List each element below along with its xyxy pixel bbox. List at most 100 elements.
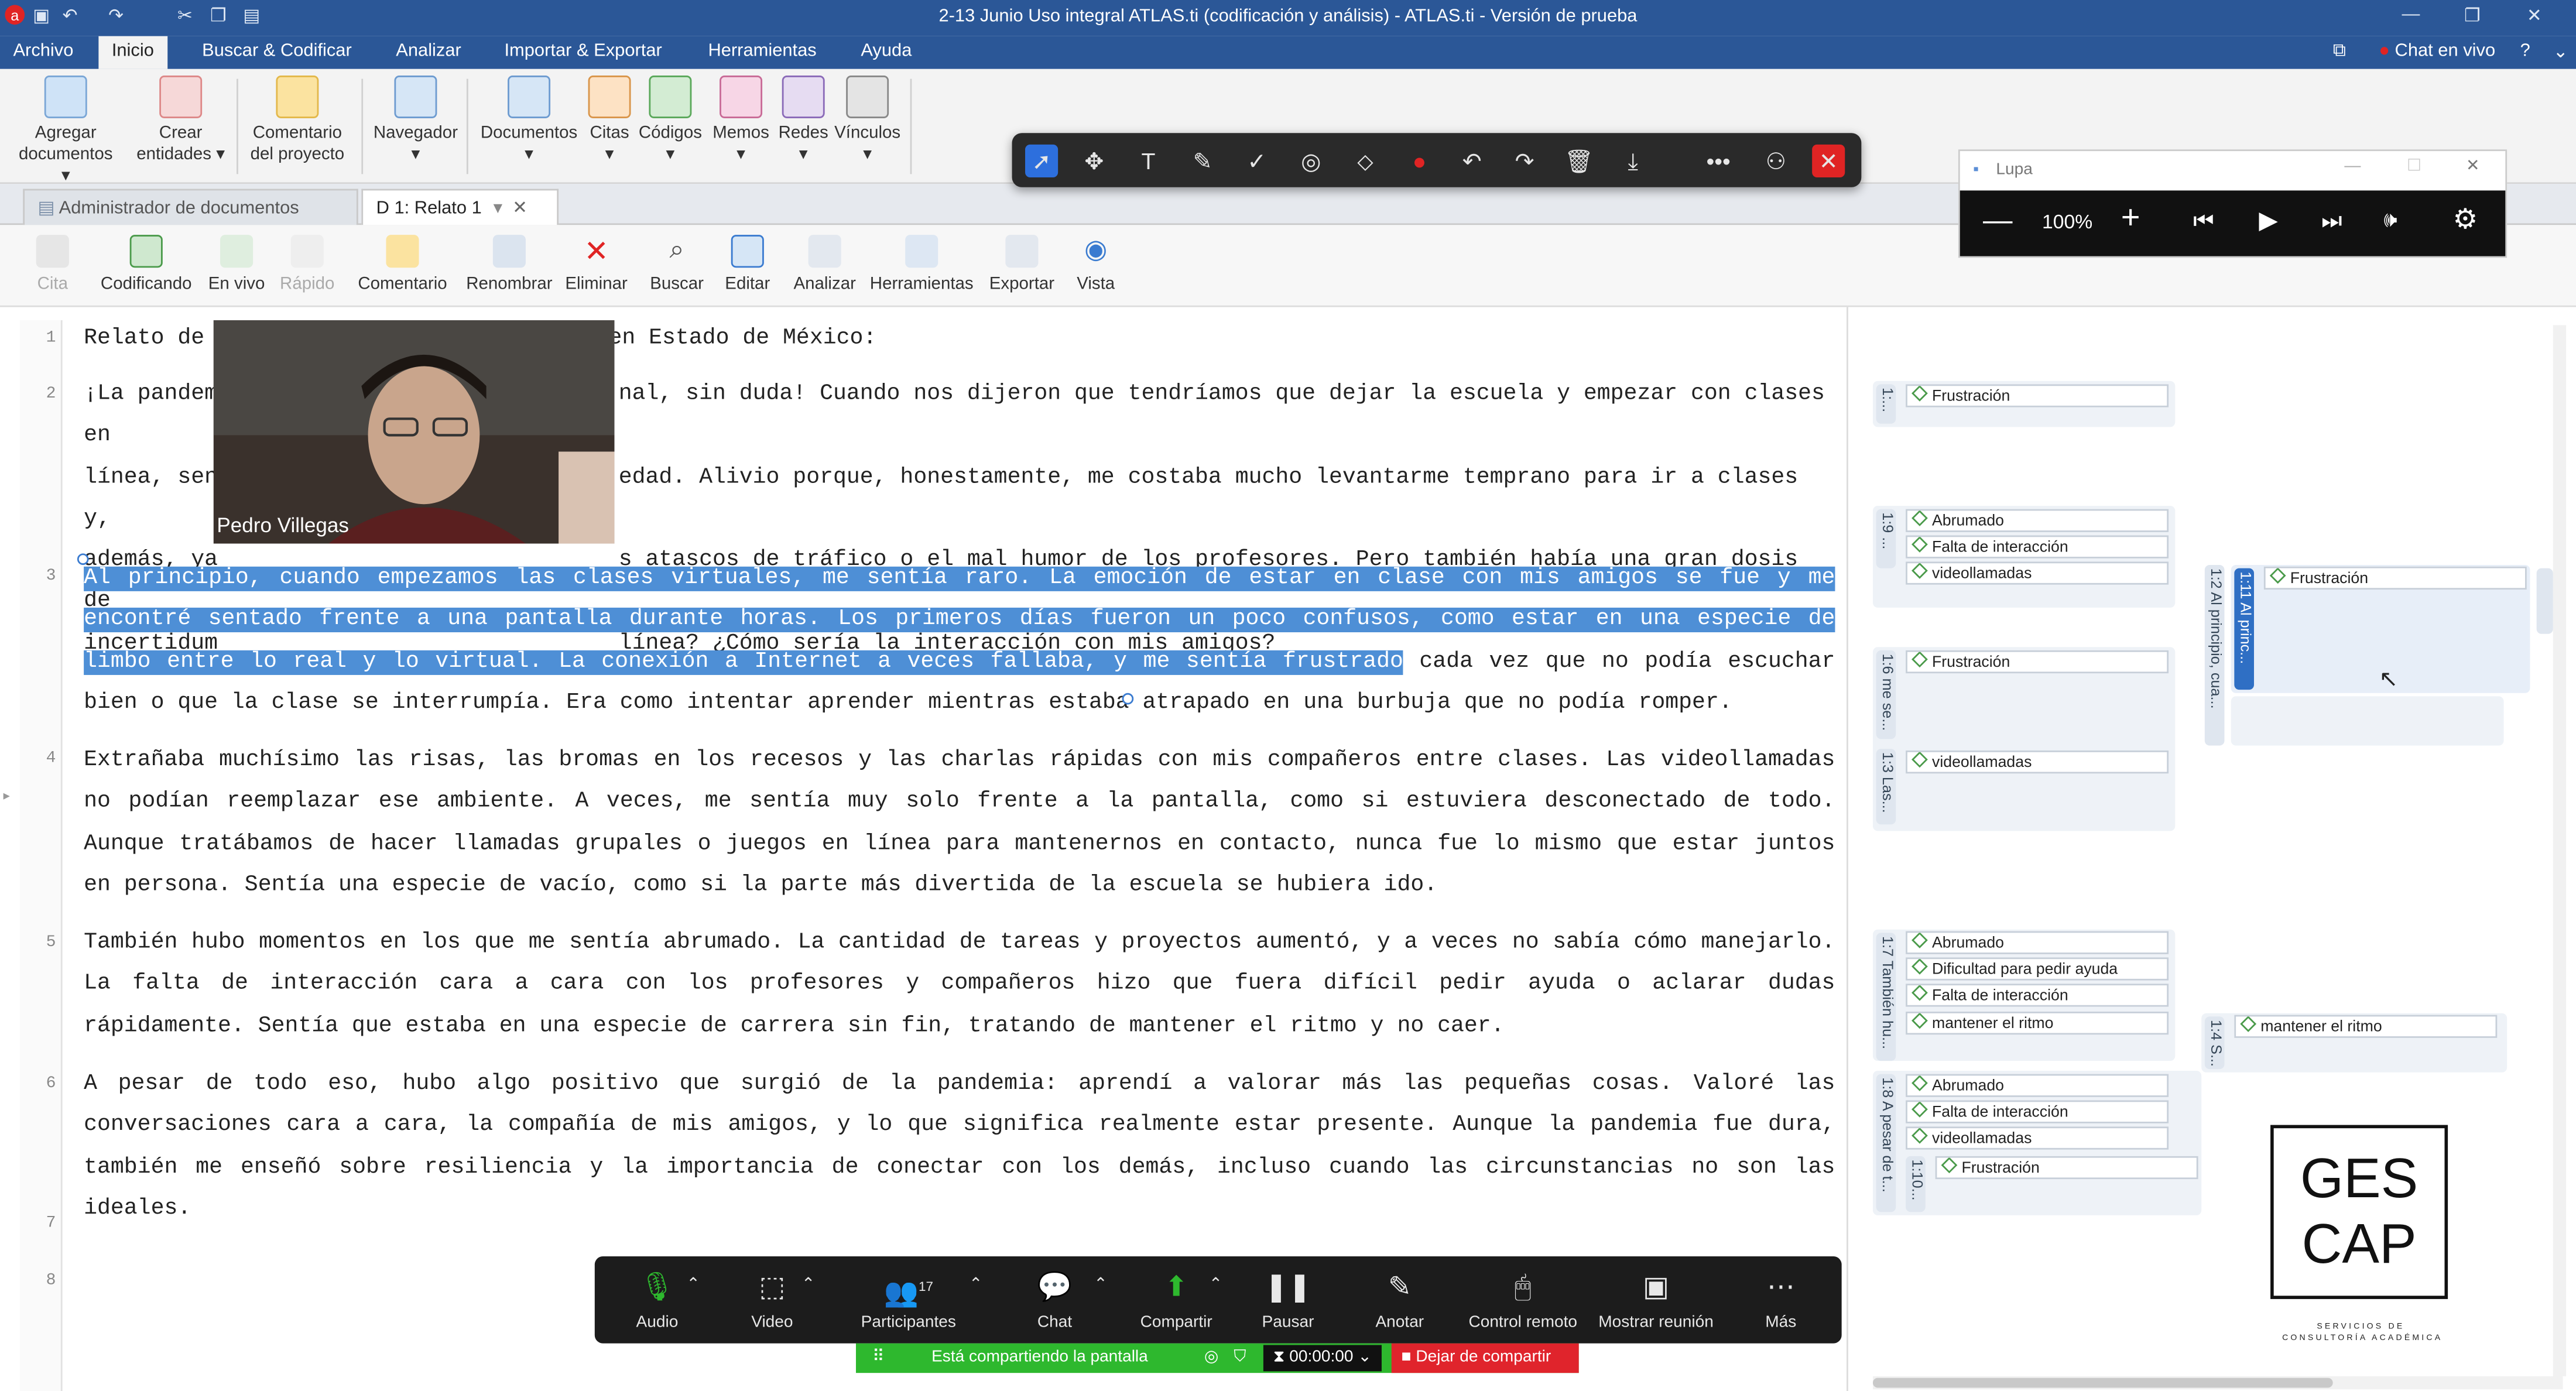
read-aloud-icon[interactable]: 🕪 <box>2384 207 2397 233</box>
checkmark-icon[interactable]: ✓ <box>1241 145 1273 177</box>
chat-button[interactable]: 💬 Chat <box>1025 1269 1084 1332</box>
eraser-icon[interactable]: ⬦ <box>1349 145 1382 177</box>
skip-forward-icon[interactable]: ⏭ <box>2321 207 2342 235</box>
trash-icon[interactable]: 🗑 <box>1563 145 1595 177</box>
view-button[interactable]: ◉ Vista <box>1071 235 1121 294</box>
paragraph-4[interactable]: Extrañaba muchísimo las risas, las broma… <box>84 741 1835 907</box>
participant-video[interactable]: Pedro Villegas <box>213 320 615 544</box>
in-vivo-button[interactable]: En vivo <box>204 235 269 294</box>
text-tool-icon[interactable]: T <box>1132 145 1164 177</box>
cite-button[interactable]: Cita <box>30 235 76 294</box>
video-options-chevron-icon[interactable]: ⌃ <box>792 1276 825 1294</box>
quotation-label[interactable]: 1:9 ... <box>1876 509 1896 568</box>
restore-icon[interactable]: ❐ <box>2464 5 2481 26</box>
download-icon[interactable]: ⤓ <box>1616 145 1649 177</box>
code-chip[interactable]: mantener el ritmo <box>2234 1015 2498 1038</box>
paragraph-5[interactable]: También hubo momentos en los que me sent… <box>84 923 1835 1048</box>
recording-timer[interactable]: ⧗ 00:00:00 ⌄ <box>1263 1345 1382 1372</box>
drag-handle-icon[interactable]: ⠿ <box>872 1348 885 1366</box>
code-chip[interactable]: Falta de interacción <box>1906 535 2169 559</box>
code-chip[interactable]: Abrumado <box>1906 1074 2169 1097</box>
menu-buscar-codificar[interactable]: Buscar & Codificar <box>202 41 352 61</box>
project-comment-button[interactable]: Comentario del proyecto <box>243 76 351 166</box>
code-chip[interactable]: Frustración <box>1906 650 2169 674</box>
screen-icon[interactable]: ⧉ <box>2333 41 2346 62</box>
export-button[interactable]: Exportar <box>986 235 1058 294</box>
analyze-button[interactable]: Analizar <box>789 235 861 294</box>
code-chip[interactable]: Frustración <box>1935 1156 2198 1180</box>
documents-button[interactable]: Documentos ▾ <box>477 76 582 166</box>
more-dots-icon[interactable]: ••• <box>1702 145 1735 177</box>
collapse-ribbon-icon[interactable]: ⌄ <box>2553 41 2568 63</box>
code-chip[interactable]: videollamadas <box>1906 561 2169 585</box>
menu-herramientas[interactable]: Herramientas <box>708 41 816 61</box>
code-chip[interactable]: Dificultad para pedir ayuda <box>1906 957 2169 981</box>
menu-importar-exportar[interactable]: Importar & Exportar <box>504 41 662 61</box>
zoom-out-icon[interactable]: — <box>1983 204 2013 238</box>
menu-ayuda[interactable]: Ayuda <box>861 41 912 61</box>
quick-button[interactable]: Rápido <box>276 235 338 294</box>
settings-gear-icon[interactable]: ⚙ <box>2453 204 2478 237</box>
quotes-button[interactable]: Citas ▾ <box>585 76 634 166</box>
paragraph-6[interactable]: A pesar de todo eso, hubo algo positivo … <box>84 1064 1835 1231</box>
quotation-label-selected[interactable]: 1:11 Al princ... <box>2234 568 2254 690</box>
tab-relato-1[interactable]: D 1: Relato 1 ▾ ✕ <box>361 189 559 225</box>
stop-share-button[interactable]: ■ Dejar de compartir <box>1391 1343 1579 1373</box>
user-lock-icon[interactable]: ⚇ <box>1759 145 1792 177</box>
undo-icon[interactable]: ↶ <box>1455 145 1488 177</box>
search-button[interactable]: ⌕ Buscar <box>648 235 707 294</box>
menu-inicio[interactable]: Inicio <box>98 36 167 69</box>
annotate-button[interactable]: ✎ Anotar <box>1367 1269 1433 1332</box>
play-icon[interactable]: ▶ <box>2259 205 2277 235</box>
select-pointer-icon[interactable]: ➚ <box>1025 144 1059 177</box>
memos-button[interactable]: Memos ▾ <box>710 76 772 166</box>
quotation-label[interactable]: 1:10... <box>1906 1156 1926 1212</box>
skip-back-icon[interactable]: ⏮ <box>2193 207 2214 235</box>
move-icon[interactable]: ✥ <box>1078 145 1111 177</box>
close-icon[interactable]: ✕ <box>2527 5 2542 26</box>
comment-button[interactable]: Comentario <box>352 235 454 294</box>
quotation-label[interactable]: 1:7 También hu... <box>1876 933 1896 1061</box>
coding-button[interactable]: Codificando <box>95 235 197 294</box>
code-chip[interactable]: videollamadas <box>1906 750 2169 774</box>
margin-scrollbar[interactable] <box>2553 325 2567 1376</box>
tab-document-manager[interactable]: ▤ Administrador de documentos <box>23 189 358 225</box>
pen-icon[interactable]: ✎ <box>1186 145 1219 177</box>
add-documents-button[interactable]: Agregar documentos ▾ <box>13 76 118 187</box>
code-chip[interactable]: videollamadas <box>1906 1126 2169 1150</box>
quotation-label[interactable]: 1:8 A pesar de t... <box>1876 1074 1896 1212</box>
quotation-label[interactable]: 1:6 me se... <box>1876 650 1896 739</box>
minimize-icon[interactable]: — <box>2402 5 2420 25</box>
close-annotation-icon[interactable]: ✕ <box>1812 144 1845 177</box>
code-chip[interactable]: Falta de interacción <box>1906 984 2169 1007</box>
live-chat-button[interactable]: ● Chat en vivo <box>2379 41 2495 61</box>
networks-button[interactable]: Redes ▾ <box>775 76 831 166</box>
show-meeting-button[interactable]: ▣ Mostrar reunión <box>1594 1269 1718 1332</box>
maximize-icon[interactable]: ☐ <box>2407 157 2421 176</box>
horizontal-scrollbar[interactable] <box>1872 1376 2563 1390</box>
quotation-label[interactable]: 1:4 S... <box>2204 1016 2225 1070</box>
help-icon[interactable]: ? <box>2520 41 2530 61</box>
spotlight-icon[interactable]: ◎ <box>1294 145 1327 177</box>
color-dot-icon[interactable]: ● <box>1403 145 1436 177</box>
remote-control-button[interactable]: 🖱 Control remoto <box>1462 1269 1584 1332</box>
menu-analizar[interactable]: Analizar <box>396 41 461 61</box>
menu-archivo[interactable]: Archivo <box>13 41 73 61</box>
paragraph-3[interactable]: Al principio, cuando empezamos las clase… <box>84 559 1835 725</box>
code-chip[interactable]: Abrumado <box>1906 509 2169 532</box>
code-chip[interactable]: Abrumado <box>1906 931 2169 954</box>
close-tab-icon[interactable]: ✕ <box>512 198 527 218</box>
delete-button[interactable]: ✕ Eliminar <box>562 235 631 294</box>
chevron-down-icon[interactable]: ▾ <box>494 198 503 218</box>
quotation-label[interactable]: 1:... <box>1876 384 1896 424</box>
horizontal-scrollbar-thumb[interactable] <box>1872 1378 2333 1388</box>
pause-button[interactable]: ❚❚ Pausar <box>1258 1269 1317 1332</box>
edit-button[interactable]: Editar <box>720 235 775 294</box>
quotation-label[interactable]: 1:3 Las... <box>1876 749 1896 825</box>
code-chip[interactable]: Falta de interacción <box>1906 1100 2169 1123</box>
chat-options-chevron-icon[interactable]: ⌃ <box>1084 1276 1117 1294</box>
expand-left-icon[interactable]: ▸ <box>4 788 10 803</box>
links-button[interactable]: Vínculos ▾ <box>831 76 903 166</box>
rename-button[interactable]: Renombrar <box>463 235 555 294</box>
share-options-chevron-icon[interactable]: ⌃ <box>1199 1276 1232 1294</box>
